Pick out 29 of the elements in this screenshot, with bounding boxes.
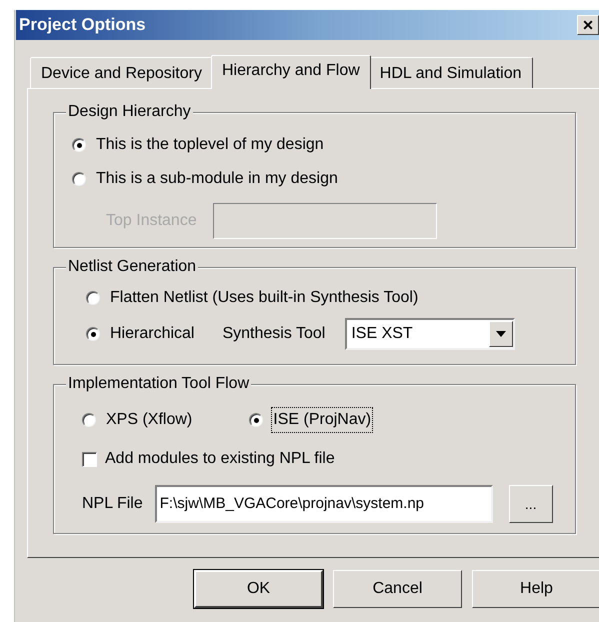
dialog-button[interactable]: Help [472,570,599,608]
dropdown[interactable]: ISE XST [345,318,516,350]
radio-button[interactable] [86,291,100,305]
radio-button[interactable] [249,413,264,427]
field-label: NPL File [82,494,143,514]
radio-label: Hierarchical [110,324,194,344]
input-field[interactable]: F:\sjw\MB_VGACore\projnav\system.np [154,485,493,523]
radio-button[interactable] [72,172,86,186]
radio-label: This is the toplevel of my design [96,135,324,155]
close-button[interactable]: × [577,15,599,35]
input-field[interactable] [212,203,437,239]
dialog-button[interactable]: OK [194,570,323,608]
radio-button[interactable] [82,413,96,427]
tab[interactable]: HDL and Simulation [368,57,532,88]
tab[interactable]: Device and Repository [30,57,213,88]
radio-button[interactable] [86,327,100,341]
window-title: Project Options [19,14,146,36]
radio-label: This is a sub-module in my design [96,169,338,189]
checkbox-label: Add modules to existing NPL file [105,449,335,469]
tab[interactable]: Hierarchy and Flow [210,55,371,89]
radio-label: XPS (Xflow) [105,410,194,430]
browse-button[interactable]: ... [508,485,553,523]
checkbox[interactable] [82,452,97,466]
radio-button[interactable] [72,138,86,152]
dropdown-value: ISE XST [351,324,413,344]
dialog-button[interactable]: Cancel [333,570,462,608]
radio-label: Flatten Netlist (Uses built-in Synthesis Tool) [110,288,418,308]
field-label: Synthesis Tool [222,324,326,344]
radio-label: ISE (ProjNav) [271,407,374,433]
